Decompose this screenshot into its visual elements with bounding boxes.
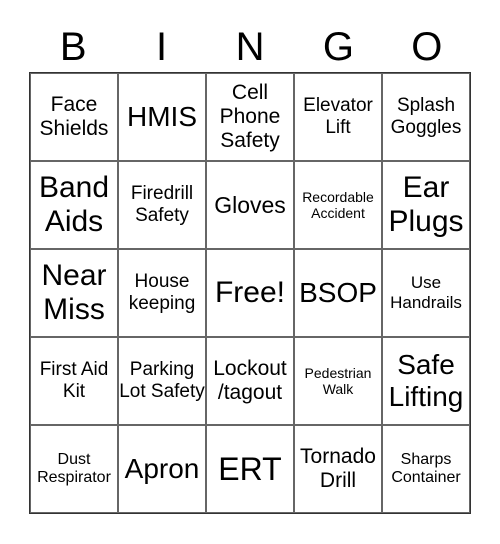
- cell-text: Band Aids: [38, 170, 110, 239]
- cell-text: Recordable Accident: [302, 188, 374, 221]
- cell-text: Splash Goggles: [390, 95, 462, 138]
- bingo-cell[interactable]: Firedrill Safety: [118, 161, 206, 249]
- cell-text: Apron: [124, 452, 200, 484]
- cell-text: BSOP: [299, 276, 377, 308]
- cell-text: House keeping: [128, 271, 196, 314]
- bingo-cell[interactable]: Tornado Drill: [294, 425, 382, 513]
- bingo-cell[interactable]: Band Aids: [30, 161, 118, 249]
- cell-text: Sharps Container: [391, 450, 461, 486]
- cell-text: Use Handrails: [390, 273, 462, 312]
- bingo-cell[interactable]: House keeping: [118, 249, 206, 337]
- cell-text: ERT: [218, 450, 282, 487]
- header-letter-n: N: [235, 25, 265, 69]
- cell-text: Dust Respirator: [37, 450, 111, 486]
- bingo-cell[interactable]: Recordable Accident: [294, 161, 382, 249]
- bingo-cell[interactable]: Face Shields: [30, 73, 118, 161]
- bingo-cell[interactable]: Elevator Lift: [294, 73, 382, 161]
- bingo-cell[interactable]: Dust Respirator: [30, 425, 118, 513]
- header-letter-o: O: [411, 25, 443, 69]
- bingo-cell[interactable]: Splash Goggles: [382, 73, 470, 161]
- bingo-cell[interactable]: Use Handrails: [382, 249, 470, 337]
- cell-text: Safe Lifting: [388, 348, 464, 412]
- bingo-cell[interactable]: Cell Phone Safety: [206, 73, 294, 161]
- bingo-cell[interactable]: BSOP: [294, 249, 382, 337]
- bingo-cell free-space[interactable]: Free!: [206, 249, 294, 337]
- bingo-cell[interactable]: Apron: [118, 425, 206, 513]
- cell-text: Near Miss: [41, 258, 107, 327]
- bingo-cell[interactable]: Parking Lot Safety: [118, 337, 206, 425]
- bingo-cell[interactable]: ERT: [206, 425, 294, 513]
- cell-text: Lockout /tagout: [213, 356, 287, 404]
- cell-text: Parking Lot Safety: [119, 359, 205, 402]
- bingo-cell[interactable]: Near Miss: [30, 249, 118, 337]
- header-letter-g: G: [322, 25, 354, 69]
- cell-text: Pedestrian Walk: [304, 364, 372, 397]
- bingo-grid: Face Shields HMIS Cell Phone Safety Elev…: [29, 72, 471, 514]
- cell-text: Cell Phone Safety: [219, 80, 281, 153]
- bingo-cell[interactable]: HMIS: [118, 73, 206, 161]
- cell-text: Tornado Drill: [300, 444, 376, 492]
- cell-text: First Aid Kit: [39, 359, 109, 402]
- header-letter-b: B: [59, 25, 87, 69]
- cell-text: Firedrill Safety: [130, 183, 194, 226]
- bingo-cell[interactable]: Safe Lifting: [382, 337, 470, 425]
- cell-text: Face Shields: [39, 92, 109, 140]
- bingo-cell[interactable]: Sharps Container: [382, 425, 470, 513]
- cell-text: Elevator Lift: [303, 95, 373, 138]
- bingo-cell[interactable]: First Aid Kit: [30, 337, 118, 425]
- cell-text: Ear Plugs: [388, 170, 464, 239]
- bingo-cell[interactable]: Ear Plugs: [382, 161, 470, 249]
- bingo-cell[interactable]: Lockout /tagout: [206, 337, 294, 425]
- cell-text: Gloves: [214, 191, 286, 218]
- bingo-cell[interactable]: Pedestrian Walk: [294, 337, 382, 425]
- cell-text: HMIS: [127, 100, 197, 132]
- header-letter-i: I: [156, 25, 168, 69]
- bingo-header: B I N G O: [29, 22, 471, 72]
- cell-text: Free!: [214, 275, 286, 309]
- bingo-cell[interactable]: Gloves: [206, 161, 294, 249]
